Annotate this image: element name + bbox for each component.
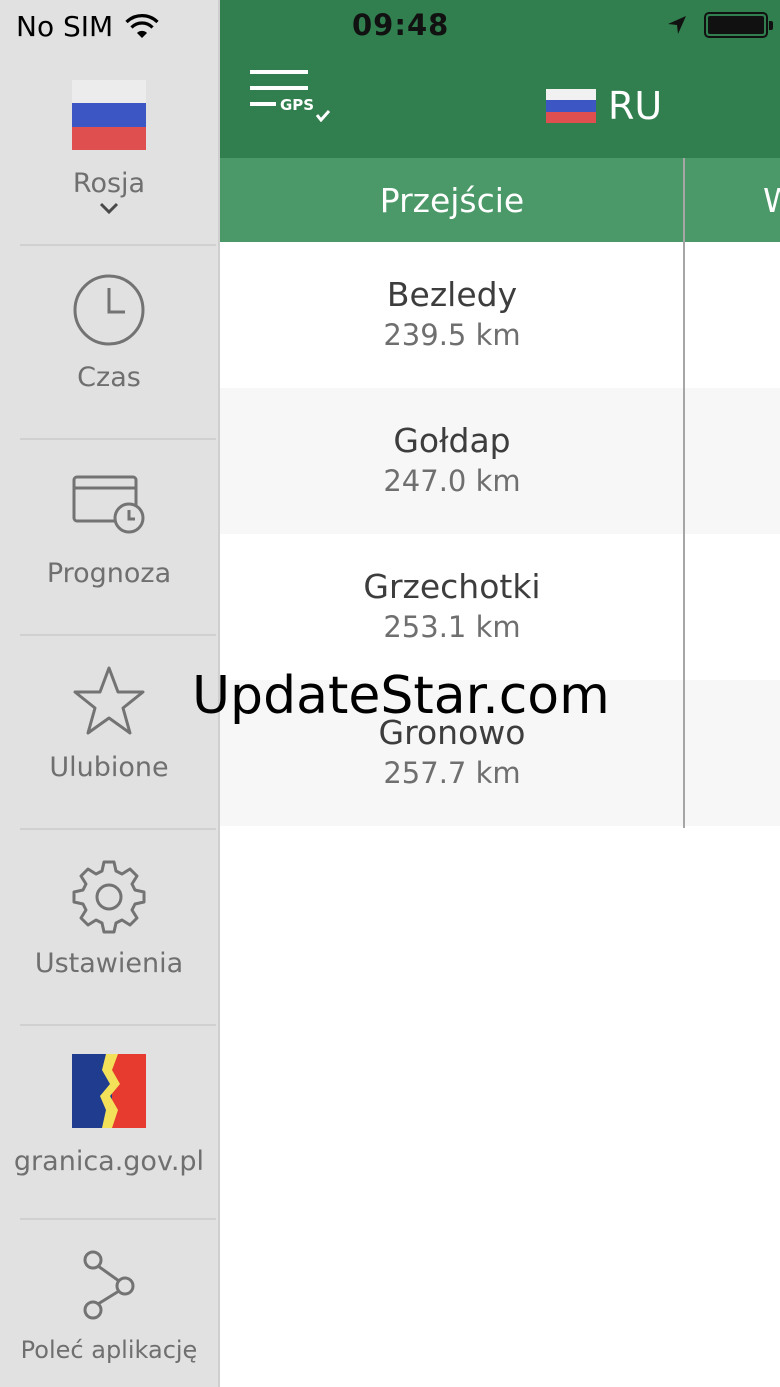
sidebar-item-label: Ulubione <box>49 752 169 783</box>
table-row[interactable]: Gołdap 247.0 km <box>220 388 780 534</box>
russia-flag-icon <box>546 89 596 123</box>
crossing-cell: Grzechotki 253.1 km <box>220 534 684 680</box>
table-row[interactable]: Grzechotki 253.1 km <box>220 534 780 680</box>
clock-icon <box>73 274 145 346</box>
divider <box>20 1218 216 1220</box>
sidebar-item-label: Ustawienia <box>34 948 184 979</box>
chevron-down-icon <box>99 202 119 215</box>
crossing-name: Bezledy <box>386 275 518 314</box>
crossing-distance: 253.1 km <box>383 610 521 644</box>
country-code: RU <box>608 84 663 128</box>
granica-logo-icon <box>72 1054 146 1128</box>
divider <box>20 438 216 440</box>
table-header: Przejście W <box>220 158 780 242</box>
status-time: 09:48 <box>352 8 450 42</box>
sidebar-item-label: granica.gov.pl <box>13 1146 205 1177</box>
divider <box>20 828 216 830</box>
divider <box>20 244 216 246</box>
crossing-cell: Gołdap 247.0 km <box>220 388 684 534</box>
sidebar-item-label: Prognoza <box>46 558 172 589</box>
crossing-name: Grzechotki <box>363 567 541 606</box>
sidebar-item-share[interactable]: Poleć aplikację <box>0 1250 218 1364</box>
carrier-label: No SIM <box>16 10 114 43</box>
check-icon <box>316 110 330 122</box>
watermark-text: UpdateStar.com <box>192 666 610 726</box>
column-header-crossing[interactable]: Przejście <box>220 158 684 242</box>
russia-flag-icon <box>72 80 146 150</box>
column-header-partial[interactable]: W <box>763 158 780 242</box>
column-divider <box>683 158 685 828</box>
sidebar: No SIM Rosja Czas Prognoza Ulubione Usta… <box>0 0 220 1387</box>
status-bar-right <box>666 12 773 38</box>
location-arrow-icon <box>668 16 686 34</box>
sidebar-item-forecast[interactable]: Prognoza <box>0 474 218 589</box>
crossing-cell: Bezledy 239.5 km <box>220 242 684 388</box>
gear-icon <box>72 860 146 934</box>
crossing-distance: 239.5 km <box>383 318 521 352</box>
country-selector[interactable]: RU <box>546 84 662 128</box>
status-bar-left: No SIM <box>16 10 159 43</box>
battery-icon <box>704 12 773 38</box>
crossing-distance: 257.7 km <box>383 756 521 790</box>
app-header: 09:48 GPS RU <box>220 0 780 158</box>
divider <box>20 634 216 636</box>
crossing-distance: 247.0 km <box>383 464 521 498</box>
sidebar-item-label: Poleć aplikację <box>20 1336 198 1364</box>
crossing-name: Gołdap <box>393 421 511 460</box>
star-icon <box>73 666 145 735</box>
table-row[interactable]: Bezledy 239.5 km <box>220 242 780 388</box>
sidebar-item-favorites[interactable]: Ulubione <box>0 664 218 783</box>
gps-badge: GPS <box>280 96 315 114</box>
sidebar-item-granica[interactable]: granica.gov.pl <box>0 1054 218 1177</box>
gps-menu-button[interactable]: GPS <box>250 70 334 126</box>
sidebar-item-time[interactable]: Czas <box>0 272 218 393</box>
calendar-clock-icon <box>72 475 145 534</box>
share-icon <box>83 1250 135 1320</box>
wifi-icon <box>125 13 159 38</box>
sidebar-item-label: Rosja <box>72 168 146 199</box>
sidebar-item-label: Czas <box>77 362 141 393</box>
sidebar-item-settings[interactable]: Ustawienia <box>0 858 218 979</box>
divider <box>20 1024 216 1026</box>
sidebar-item-country[interactable]: Rosja <box>0 80 218 215</box>
